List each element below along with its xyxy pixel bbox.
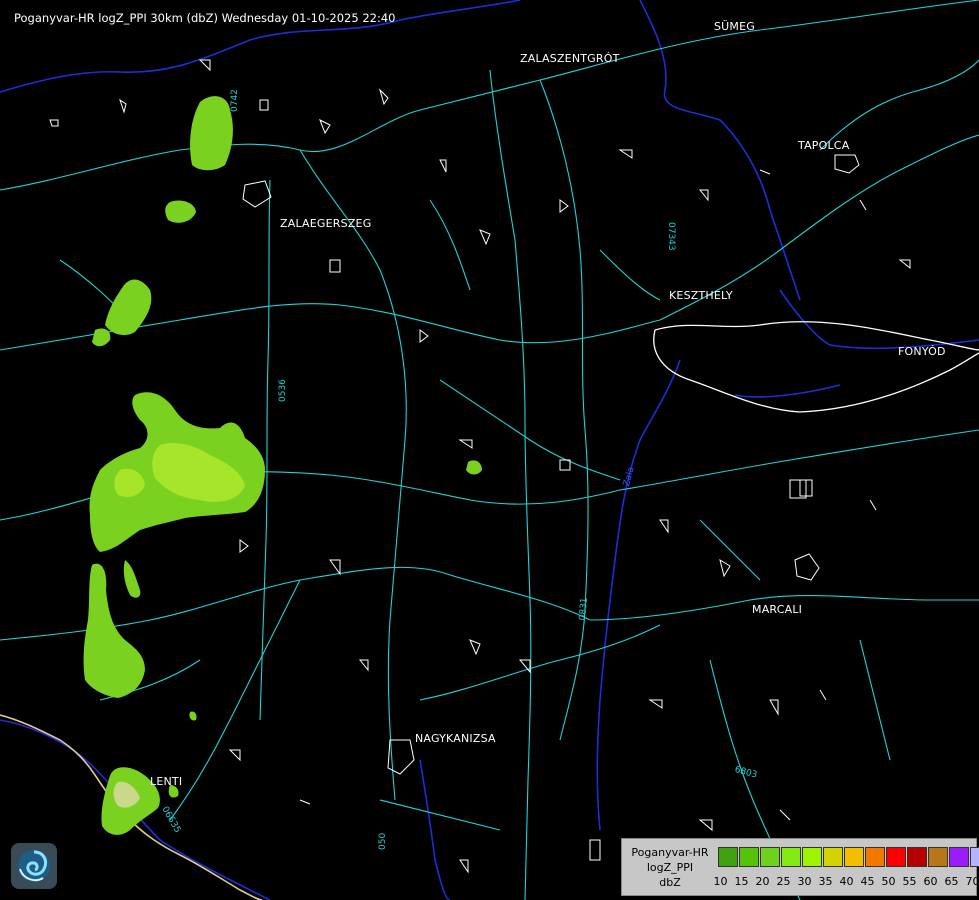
road-label: 07343 <box>666 222 676 251</box>
legend-label: 20 <box>755 875 770 888</box>
legend-label: 25 <box>776 875 791 888</box>
city-label-tapolca: TAPOLCA <box>798 139 850 152</box>
legend-label: 45 <box>860 875 875 888</box>
legend-swatch <box>928 847 948 867</box>
swirl-icon <box>18 850 50 882</box>
legend-label: 55 <box>902 875 917 888</box>
legend-swatch <box>739 847 759 867</box>
legend-label: 35 <box>818 875 833 888</box>
city-label-marcali: MARCALI <box>752 603 803 616</box>
legend-swatch <box>823 847 843 867</box>
legend-swatches <box>718 847 979 867</box>
legend-label: 60 <box>923 875 938 888</box>
city-label-sumeg: SÜMEG <box>714 20 755 33</box>
radar-logo-icon <box>11 843 57 889</box>
road-label: 0536 <box>278 379 288 402</box>
legend-swatch <box>886 847 906 867</box>
legend-label: 15 <box>734 875 749 888</box>
city-label-zalaszentgrot: ZALASZENTGRÓT <box>520 52 620 65</box>
legend-swatch <box>970 847 979 867</box>
legend-swatch <box>760 847 780 867</box>
legend-swatch <box>907 847 927 867</box>
legend-title: Poganyvar-HR logZ_PPI dbZ <box>624 845 716 890</box>
legend-swatch <box>865 847 885 867</box>
legend-label: 40 <box>839 875 854 888</box>
radar-echoes <box>83 96 482 835</box>
legend-title-line: dbZ <box>659 876 681 889</box>
radar-title: Poganyvar-HR logZ_PPI 30km (dbZ) Wednesd… <box>14 11 396 25</box>
city-label-zalaegerszeg: ZALAEGERSZEG <box>280 217 372 230</box>
legend-labels: 10 15 20 25 30 35 40 45 50 55 60 65 70 <box>710 875 979 888</box>
legend-swatch <box>949 847 969 867</box>
legend-label: 50 <box>881 875 896 888</box>
city-label-fonyod: FONYÓD <box>898 345 946 358</box>
legend-swatch <box>781 847 801 867</box>
legend-swatch <box>802 847 822 867</box>
road-label: 050 <box>378 832 388 850</box>
color-legend: Poganyvar-HR logZ_PPI dbZ 10 15 20 25 30 35 40… <box>621 838 979 896</box>
city-label-nagykanizsa: NAGYKANIZSA <box>415 732 496 745</box>
legend-label: 30 <box>797 875 812 888</box>
city-label-lenti: LENTI <box>150 775 183 788</box>
city-label-keszthely: KESZTHELY <box>669 289 733 302</box>
legend-title-line: Poganyvar-HR <box>631 846 709 859</box>
legend-swatch <box>718 847 738 867</box>
road-label: 0742 <box>230 89 240 112</box>
legend-label: 70 <box>965 875 979 888</box>
radar-map[interactable] <box>0 0 979 900</box>
legend-swatch <box>844 847 864 867</box>
legend-label: 65 <box>944 875 959 888</box>
legend-label: 10 <box>713 875 728 888</box>
legend-title-line: logZ_PPI <box>646 861 694 874</box>
road-label: 0831 <box>578 597 590 621</box>
